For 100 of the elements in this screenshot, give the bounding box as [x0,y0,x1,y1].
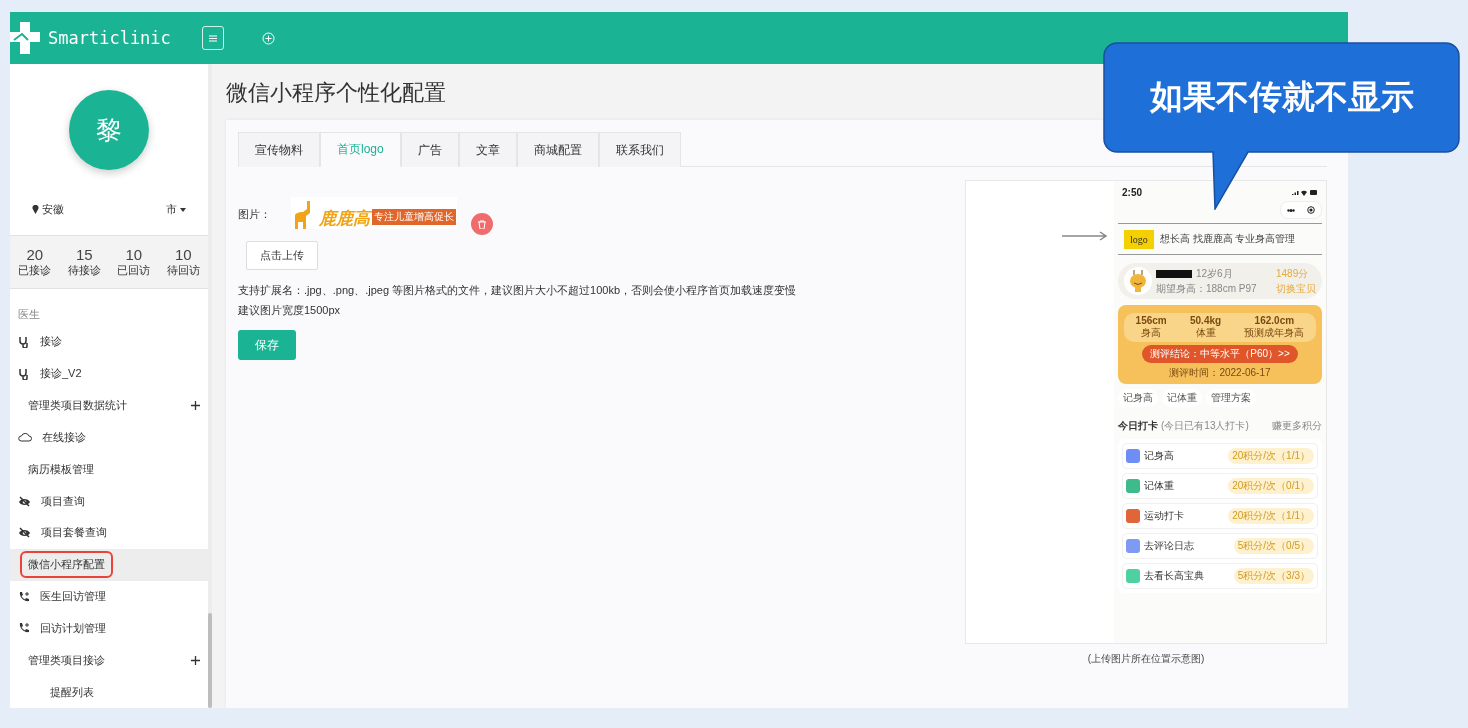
stethoscope-icon [18,335,30,348]
menu-item-label: 微信小程序配置 [22,553,111,577]
giraffe-avatar-icon [1128,270,1148,292]
menu-item-label: 接诊_V2 [39,366,83,382]
redacted-name [1156,269,1192,278]
logo-image: 鹿鹿高 专注儿童增高促长 [291,197,457,229]
menu-item-label: 回访计划管理 [39,620,107,636]
reward-badge: 20积分/次（1/1） [1228,508,1314,524]
menu-item[interactable]: 医生回访管理 [10,580,208,613]
task-row[interactable]: 运动打卡 20积分/次（1/1） [1122,503,1318,529]
page-title: 微信小程序个性化配置 [226,79,446,106]
tab[interactable]: 联系我们 [598,132,681,167]
delete-button[interactable] [471,213,493,235]
stat-label: 待回访 [166,263,200,279]
task-row[interactable]: 记身高 20积分/次（1/1） [1122,443,1318,469]
upload-button[interactable]: 点击上传 [246,241,318,270]
points-text: 1489分 [1276,266,1310,281]
conclusion-button[interactable]: 测评结论：中等水平（P60）>> [1142,345,1298,363]
slogan-text: 想长高 找鹿鹿高 专业身高管理 [1159,232,1296,246]
tab[interactable]: 商城配置 [516,132,599,167]
menu-item[interactable]: 提醒列表 [10,676,208,708]
menu-item[interactable]: 病历模板管理 [10,453,208,486]
menu-icon [209,34,217,42]
stat-label: 待接诊 [67,263,101,279]
menu-item[interactable]: 管理类项目数据统计 [10,389,208,422]
cloud-icon [18,432,32,443]
preview-caption: (上传图片所在位置示意图) [1087,652,1205,666]
expected-height: 期望身高：188cm P97 [1156,281,1258,296]
task-label: 去看长高宝典 [1144,569,1205,583]
menu-item[interactable]: 接诊_V2 [10,357,208,390]
task-row[interactable]: 记体重 20积分/次（0/1） [1122,473,1318,499]
tab[interactable]: 广告 [400,132,459,167]
measure-value: 162.0cm [1254,315,1295,326]
right-arrow-icon [1062,231,1108,241]
menu-item-label: 病历模板管理 [27,461,95,477]
capsule-button[interactable] [1280,201,1322,219]
menu-item-label: 管理类项目接诊 [27,652,106,668]
measure-label: 预测成年身高 [1244,326,1305,340]
menu-item[interactable]: 微信小程序配置 [10,548,208,581]
menu-button[interactable] [202,26,224,50]
eye-slash-icon [18,495,31,507]
callout-text: 如果不传就不显示 [1148,77,1415,117]
task-label: 去评论日志 [1144,539,1195,553]
hint-text: 建议图片宽度1500px [238,303,342,318]
stat-value: 20 [26,246,44,264]
stat-value: 10 [174,246,192,264]
location-text: 安徽 [42,202,64,217]
menu-item-label: 项目查询 [40,493,86,509]
more-points-link[interactable]: 赚更多积分 [1272,419,1322,433]
stat-value: 15 [75,246,93,264]
menu-item-label: 在线接诊 [41,429,87,445]
menu-item-label: 接诊 [39,334,63,350]
eye-slash-icon [18,527,31,539]
quick-action-button[interactable]: 管理方案 [1206,389,1256,407]
plus-icon [191,655,200,665]
menu-item[interactable]: 管理类项目接诊 [10,644,208,677]
measure-label: 体重 [1195,327,1216,340]
menu-item[interactable]: 回访计划管理 [10,612,208,645]
user-avatar: 黎 [69,90,149,170]
reward-badge: 20积分/次（0/1） [1228,478,1314,494]
quick-action-button[interactable]: 记身高 [1118,389,1158,407]
more-dots-icon [1287,208,1295,212]
test-date: 测评时间：2022-06-17 [1169,366,1271,380]
location-pin-icon [32,205,39,214]
phone-icon [18,622,30,635]
target-icon [1307,206,1315,214]
stat-value: 10 [125,246,143,264]
status-time: 2:50 [1122,186,1142,198]
location-text: 市 [166,202,177,217]
caret-icon [180,207,186,212]
add-circle-icon[interactable] [262,31,275,45]
menu-item[interactable]: 接诊 [10,326,208,358]
tab[interactable]: 宣传物料 [238,132,320,167]
stat-label: 已回访 [117,263,151,279]
logo-badge: logo [1124,229,1154,249]
image-label: 图片： [238,207,271,222]
task-row[interactable]: 去看长高宝典 5积分/次（3/3） [1122,563,1318,589]
measure-value: 156cm [1135,315,1167,326]
brand-name: Smarticlinic [48,28,172,48]
menu-item[interactable]: 项目查询 [10,485,208,517]
reward-badge: 5积分/次（0/5） [1233,538,1314,554]
hint-text: 支持扩展名：.jpg、.png、.jpeg 等图片格式的文件，建议图片大小不超过100kb，否则会使小程序首页加载速度变慢 [238,283,798,298]
tab[interactable]: 文章 [458,132,517,167]
measure-label: 身高 [1141,326,1162,340]
menu-item[interactable]: 项目套餐查询 [10,516,208,549]
plus-icon [191,401,200,411]
task-row[interactable]: 去评论日志 5积分/次（0/5） [1122,533,1318,559]
reward-badge: 5积分/次（3/3） [1233,568,1314,584]
stethoscope-icon [18,367,30,380]
menu-item-label: 管理类项目数据统计 [27,398,128,414]
phone-icon [18,590,30,603]
menu-section-label: 医生 [18,307,40,322]
child-age: 12岁6月 [1196,266,1233,281]
checkin-note: (今日已有13人打卡) [1161,419,1250,433]
task-label: 记体重 [1144,479,1175,493]
quick-action-button[interactable]: 记体重 [1162,389,1202,407]
menu-item[interactable]: 在线接诊 [10,421,208,454]
menu-item-label: 医生回访管理 [39,589,107,604]
measure-value: 50.4kg [1190,315,1222,326]
status-icons-icon [1292,188,1318,196]
